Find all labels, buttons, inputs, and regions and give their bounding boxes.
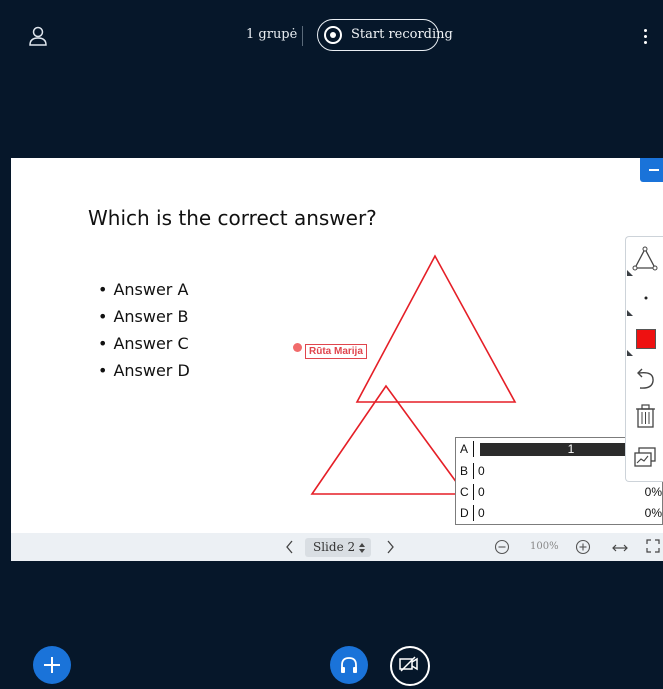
triangle-tool-button[interactable] [626, 241, 663, 277]
chevron-right-icon [387, 540, 394, 554]
poll-percent: 0% [644, 506, 662, 520]
presenter-cursor [293, 343, 302, 352]
poll-option: D [460, 506, 469, 520]
presenter-name-label: Rūta Marija [305, 344, 367, 359]
fit-width-icon [612, 544, 628, 552]
actions-button[interactable] [33, 646, 71, 684]
zoom-in-icon [575, 539, 591, 555]
chevron-left-icon [286, 540, 293, 554]
poll-option: A [460, 442, 469, 456]
trash-icon [636, 404, 655, 428]
poll-row: D 0 0% [456, 503, 663, 524]
slide-selector[interactable]: Slide 2 [305, 538, 371, 557]
zoom-in-button[interactable] [575, 539, 591, 560]
undo-button[interactable] [626, 361, 663, 397]
fit-width-button[interactable] [611, 541, 629, 559]
clear-annotations-button[interactable] [626, 399, 663, 435]
previous-slide-button[interactable] [284, 538, 296, 561]
poll-count: 0 [478, 506, 485, 520]
next-slide-button[interactable] [384, 538, 396, 561]
undo-icon [637, 368, 654, 389]
poll-count: 0 [478, 485, 485, 499]
poll-count: 1 [567, 442, 575, 456]
zoom-out-button[interactable] [494, 539, 510, 560]
triangle-annotation [355, 254, 517, 403]
slide-selector-label: Slide 2 [313, 540, 356, 554]
poll-count: 0 [478, 464, 485, 478]
poll-option: C [460, 485, 469, 499]
plus-icon [44, 657, 60, 673]
poll-option: B [460, 464, 469, 478]
fullscreen-icon [646, 539, 660, 553]
poll-row: C 0 0% [456, 482, 663, 503]
zoom-level: 100% [530, 541, 559, 552]
zoom-out-icon [494, 539, 510, 555]
color-tool-button[interactable] [626, 321, 663, 357]
share-camera-button[interactable] [390, 646, 430, 686]
multi-whiteboard-icon [634, 447, 656, 467]
multi-user-whiteboard-button[interactable] [626, 441, 663, 477]
poll-percent: 0% [644, 485, 662, 499]
whiteboard-toolbar [625, 236, 663, 482]
camera-off-icon [399, 656, 418, 672]
updown-arrows-icon [359, 543, 365, 553]
thickness-tool-button[interactable] [626, 281, 663, 317]
color-swatch [636, 329, 656, 349]
audio-button[interactable] [330, 646, 368, 684]
fullscreen-button[interactable] [645, 538, 661, 559]
headphones-icon [341, 657, 357, 673]
